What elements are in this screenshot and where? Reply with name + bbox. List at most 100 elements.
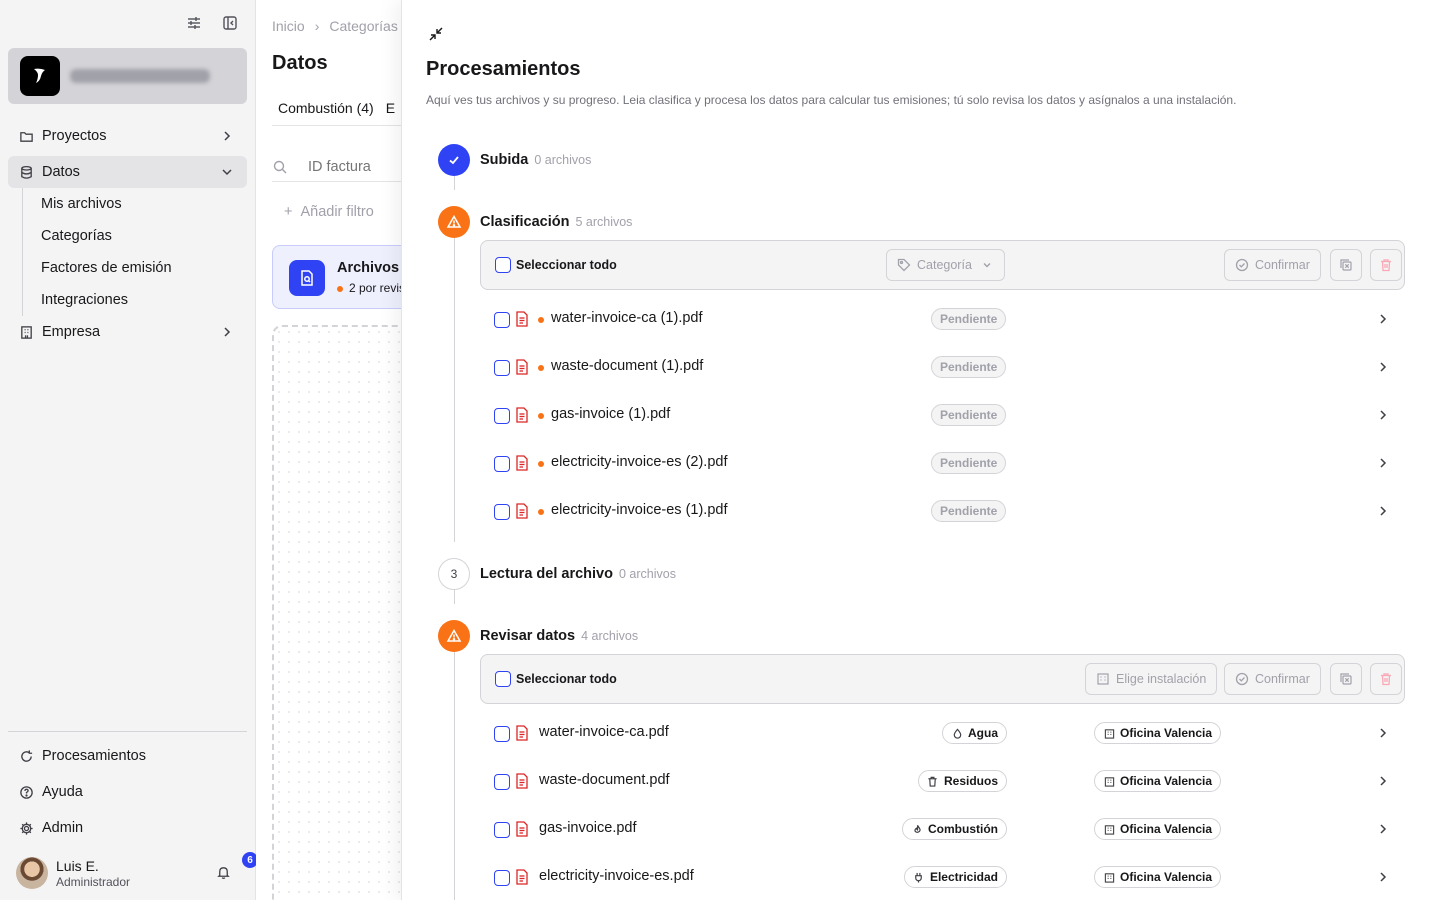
- avatar: [16, 857, 48, 889]
- timeline-line: [454, 238, 455, 542]
- sidebar-toggle-icon[interactable]: [221, 14, 239, 32]
- collapse-icon[interactable]: [427, 25, 445, 43]
- row-checkbox[interactable]: [494, 360, 510, 376]
- facility-badge[interactable]: Oficina Valencia: [1094, 770, 1222, 792]
- delete-button[interactable]: [1370, 249, 1402, 281]
- breadcrumb-item[interactable]: Inicio: [272, 18, 305, 34]
- files-card[interactable]: Archivos 2 por revisar: [272, 245, 401, 309]
- breadcrumb-item[interactable]: Categorías: [329, 18, 397, 34]
- confirm-label: Confirmar: [1255, 258, 1310, 272]
- chevron-right-icon[interactable]: [1375, 503, 1391, 519]
- row-checkbox[interactable]: [494, 312, 510, 328]
- subnav-item-mis-archivos[interactable]: Mis archivos: [23, 188, 247, 220]
- panel-title: Procesamientos: [426, 58, 581, 80]
- chevron-right-icon[interactable]: [1375, 869, 1391, 885]
- search-icon: [272, 159, 288, 175]
- row-checkbox[interactable]: [494, 822, 510, 838]
- nav-item-admin[interactable]: Admin: [8, 812, 247, 844]
- sliders-icon[interactable]: [185, 14, 203, 32]
- breadcrumb: Inicio › Categorías: [272, 18, 398, 34]
- confirm-button[interactable]: Confirmar: [1224, 249, 1321, 281]
- chevron-right-icon[interactable]: [1375, 821, 1391, 837]
- file-name: electricity-invoice-es.pdf: [539, 868, 694, 884]
- timeline-line: [454, 176, 455, 190]
- step-label-text: Revisar datos: [480, 628, 576, 644]
- pending-dot: [538, 317, 544, 323]
- step-count: 4 archivos: [581, 629, 639, 643]
- select-all-checkbox[interactable]: [495, 257, 511, 273]
- file-row[interactable]: gas-invoice.pdf Combustión Oficina Valen…: [480, 806, 1405, 854]
- subnav-item-categorias[interactable]: Categorías: [23, 220, 247, 252]
- row-checkbox[interactable]: [494, 408, 510, 424]
- category-badge[interactable]: Combustión: [902, 818, 1007, 840]
- file-row[interactable]: water-invoice-ca (1).pdf Pendiente: [480, 296, 1405, 344]
- status-badge: Pendiente: [931, 452, 1007, 474]
- facility-badge[interactable]: Oficina Valencia: [1094, 866, 1222, 888]
- page-title: Datos: [272, 52, 328, 74]
- select-all-checkbox[interactable]: [495, 671, 511, 687]
- dropzone[interactable]: [272, 325, 401, 900]
- nav-item-datos[interactable]: Datos: [8, 156, 247, 188]
- trash-icon: [1379, 258, 1393, 272]
- row-checkbox[interactable]: [494, 456, 510, 472]
- row-checkbox[interactable]: [494, 870, 510, 886]
- row-checkbox[interactable]: [494, 504, 510, 520]
- file-row[interactable]: gas-invoice (1).pdf Pendiente: [480, 392, 1405, 440]
- status-badge: Pendiente: [931, 404, 1007, 426]
- user-profile[interactable]: Luis E. Administrador 6: [16, 852, 258, 891]
- organization-switcher[interactable]: [8, 48, 247, 104]
- chevron-right-icon[interactable]: [1375, 455, 1391, 471]
- chevron-right-icon[interactable]: [1375, 359, 1391, 375]
- org-logo: [20, 56, 60, 96]
- timeline-line: [454, 652, 455, 900]
- chevron-right-icon[interactable]: [1375, 725, 1391, 741]
- subnav-item-factores[interactable]: Factores de emisión: [23, 252, 247, 284]
- step-label-text: Subida: [480, 152, 529, 168]
- tab-next[interactable]: E: [380, 100, 401, 116]
- file-row[interactable]: electricity-invoice-es (2).pdf Pendiente: [480, 440, 1405, 488]
- file-row[interactable]: waste-document (1).pdf Pendiente: [480, 344, 1405, 392]
- facility-badge[interactable]: Oficina Valencia: [1094, 818, 1222, 840]
- nav-item-proyectos[interactable]: Proyectos: [8, 120, 247, 152]
- user-role: Administrador: [56, 874, 131, 889]
- file-row[interactable]: electricity-invoice-es (1).pdf Pendiente: [480, 488, 1405, 536]
- chevron-right-icon[interactable]: [1375, 311, 1391, 327]
- file-row[interactable]: electricity-invoice-es.pdf Electricidad …: [480, 854, 1405, 900]
- category-dropdown[interactable]: Categoría: [886, 249, 1005, 281]
- category-badge[interactable]: Agua: [942, 722, 1007, 744]
- category-badge[interactable]: Electricidad: [903, 866, 1007, 888]
- choose-facility-button[interactable]: Elige instalación: [1085, 663, 1218, 695]
- trash-icon: [1379, 672, 1393, 686]
- nav-label: Empresa: [42, 324, 101, 340]
- pdf-file-icon: [515, 869, 529, 885]
- tab-combustion[interactable]: Combustión (4): [272, 100, 380, 116]
- facility-label: Oficina Valencia: [1120, 774, 1213, 788]
- confirm-button[interactable]: Confirmar: [1224, 663, 1321, 695]
- step-label-text: Lectura del archivo: [480, 566, 613, 582]
- subnav-item-integraciones[interactable]: Integraciones: [23, 284, 247, 316]
- add-filter-button[interactable]: + Añadir filtro: [284, 204, 374, 220]
- chevron-right-icon[interactable]: [1375, 773, 1391, 789]
- user-name: Luis E.: [56, 857, 99, 874]
- nav-item-ayuda[interactable]: Ayuda: [8, 776, 247, 808]
- chevron-right-icon[interactable]: [1375, 407, 1391, 423]
- check-circle-icon: [1235, 258, 1249, 272]
- step-count: 0 archivos: [534, 153, 592, 167]
- nav-item-empresa[interactable]: Empresa: [8, 316, 247, 348]
- facility-badge[interactable]: Oficina Valencia: [1094, 722, 1222, 744]
- file-row[interactable]: water-invoice-ca.pdf Agua Oficina Valenc…: [480, 710, 1405, 758]
- row-checkbox[interactable]: [494, 726, 510, 742]
- category-badge[interactable]: Residuos: [917, 770, 1007, 792]
- pdf-file-icon: [515, 311, 529, 327]
- bell-icon[interactable]: [214, 863, 232, 881]
- plus-icon: +: [284, 204, 293, 220]
- step-reading: Lectura del archivo 0 archivos: [480, 566, 676, 582]
- search-input[interactable]: [308, 158, 401, 175]
- duplicate-button[interactable]: [1330, 249, 1362, 281]
- duplicate-button[interactable]: [1330, 663, 1362, 695]
- building-icon: [1103, 823, 1115, 835]
- file-row[interactable]: waste-document.pdf Residuos Oficina Vale…: [480, 758, 1405, 806]
- delete-button[interactable]: [1370, 663, 1402, 695]
- row-checkbox[interactable]: [494, 774, 510, 790]
- nav-item-procesamientos[interactable]: Procesamientos: [8, 740, 247, 772]
